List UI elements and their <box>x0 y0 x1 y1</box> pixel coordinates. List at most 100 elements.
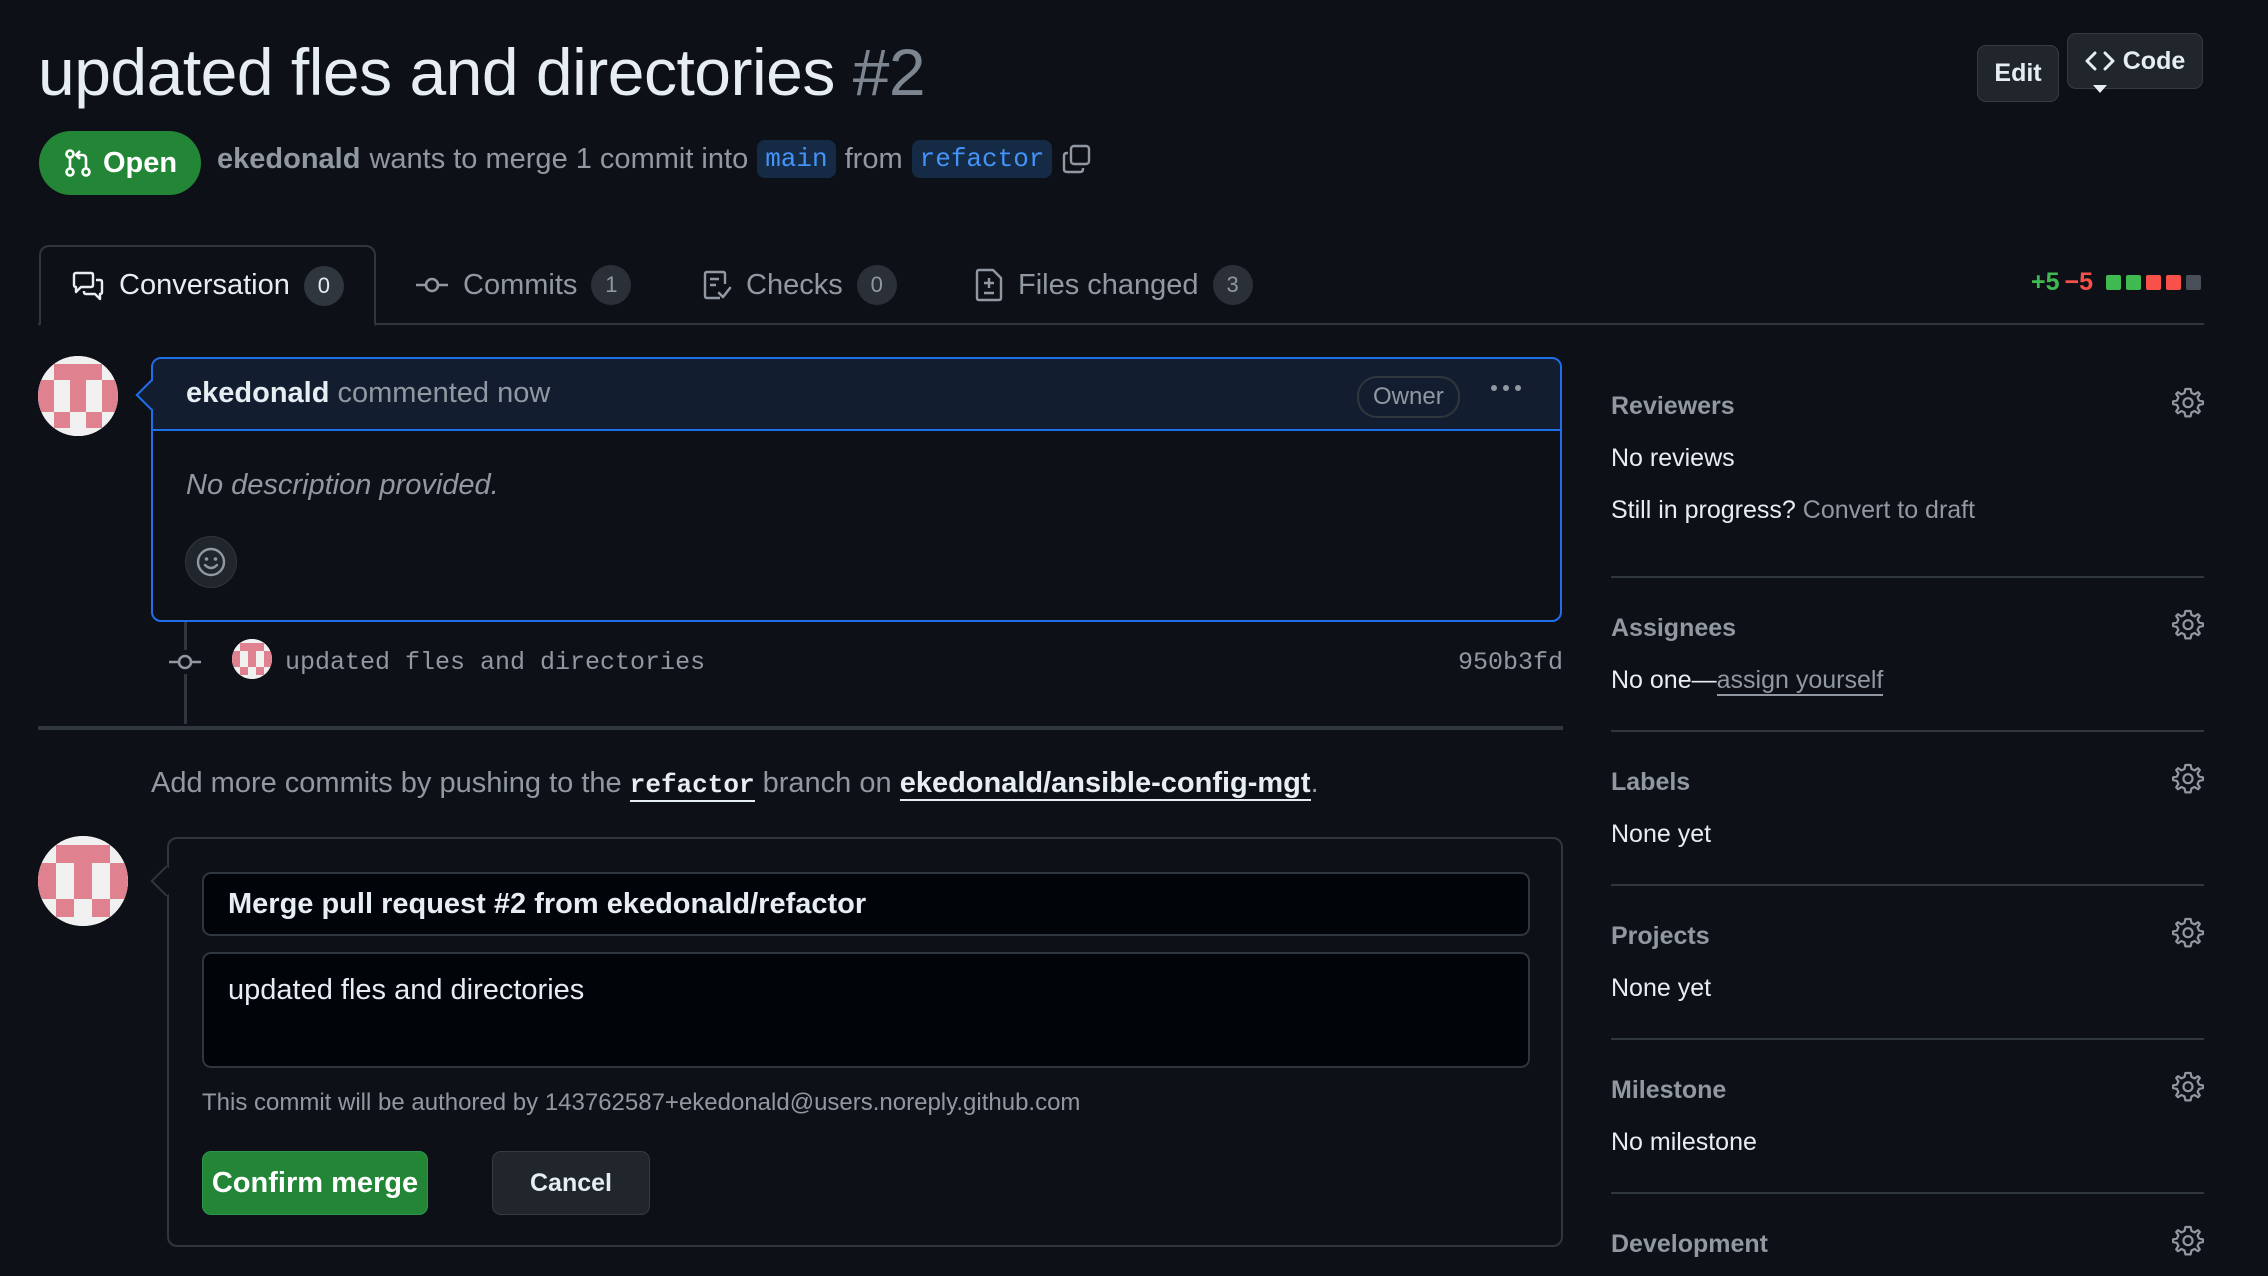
tab-conversation-label: Conversation <box>119 269 290 301</box>
git-commit-icon <box>168 650 202 674</box>
push-hint-period: . <box>1310 767 1319 799</box>
merge-text: wants to merge 1 commit into <box>369 142 749 175</box>
caret-down-icon <box>2093 85 2107 93</box>
sidebar-divider <box>1611 576 2204 578</box>
copy-icon[interactable] <box>1061 143 1093 175</box>
gear-icon[interactable] <box>2172 762 2204 794</box>
kebab-horizontal-icon[interactable] <box>1489 383 1523 393</box>
comment-discussion-icon <box>71 271 105 301</box>
sidebar-divider <box>1611 884 2204 886</box>
tab-commits-count: 1 <box>591 265 632 305</box>
comment-author-link[interactable]: ekedonald <box>186 377 329 409</box>
add-reaction-button[interactable] <box>185 536 237 588</box>
sidebar-development-title[interactable]: Development <box>1611 1230 1768 1259</box>
merge-from-text: from <box>844 142 903 175</box>
diffstat-block <box>2186 275 2202 290</box>
push-hint-branch[interactable]: refactor <box>629 770 755 802</box>
file-diff-icon <box>974 268 1004 302</box>
push-hint: Add more commits by pushing to the refac… <box>151 767 1319 802</box>
comment-body: No description provided. <box>186 469 499 501</box>
diffstat-block <box>2166 275 2182 290</box>
assign-yourself-link[interactable]: assign yourself <box>1716 666 1884 696</box>
git-commit-icon <box>415 275 449 295</box>
sidebar-divider <box>1611 1038 2204 1040</box>
git-pull-request-icon <box>63 148 93 178</box>
merge-commit-body-input[interactable]: updated fles and directories <box>202 952 1530 1068</box>
commit-message-link[interactable]: updated fles and directories <box>285 648 705 677</box>
gear-icon[interactable] <box>2172 916 2204 948</box>
edit-title-button[interactable]: Edit <box>1977 45 2059 102</box>
sidebar-projects-value: None yet <box>1611 974 1712 1002</box>
code-icon <box>2085 50 2115 72</box>
pr-title: updated fles and directories <box>38 35 835 109</box>
sidebar-divider <box>1611 1192 2204 1194</box>
diffstat-deletions: −5 <box>2064 268 2094 296</box>
convert-to-draft-link[interactable]: Convert to draft <box>1803 496 1975 524</box>
smiley-icon <box>195 546 227 578</box>
diffstat-block <box>2146 275 2162 290</box>
repo-link[interactable]: ekedonald/ansible-config-mgt <box>899 767 1311 801</box>
pr-author-link[interactable]: ekedonald <box>217 143 360 176</box>
tab-files-changed[interactable]: Files changed 3 <box>974 245 1253 325</box>
diffstat-block <box>2106 275 2122 290</box>
sidebar-milestone: Milestone No milestone <box>1611 1070 2204 1160</box>
diffstat-additions: +5 <box>2031 268 2060 296</box>
owner-badge: Owner <box>1357 376 1460 418</box>
gear-icon[interactable] <box>2172 1070 2204 1102</box>
cancel-button[interactable]: Cancel <box>492 1151 650 1215</box>
avatar[interactable] <box>38 836 128 926</box>
page-title: updated fles and directories #2 <box>38 34 926 110</box>
sidebar-labels: Labels None yet <box>1611 762 2204 852</box>
head-branch-link[interactable]: refactor <box>911 140 1053 178</box>
sidebar-assignees-title[interactable]: Assignees <box>1611 614 1736 643</box>
diffstat: +5 −5 <box>2031 268 2202 297</box>
sidebar-projects-title[interactable]: Projects <box>1611 922 1710 951</box>
tab-files-changed-count: 3 <box>1212 265 1253 305</box>
comment-meta: ekedonald commented now <box>186 377 550 410</box>
gear-icon[interactable] <box>2172 608 2204 640</box>
push-hint-text: branch on <box>762 767 892 799</box>
gear-icon[interactable] <box>2172 386 2204 418</box>
merge-form: updated fles and directories This commit… <box>167 837 1563 1247</box>
base-branch-link[interactable]: main <box>757 140 836 178</box>
tab-checks-count: 0 <box>856 265 897 305</box>
diffstat-block <box>2126 275 2142 290</box>
sidebar-reviewers: Reviewers No reviews Still in progress? … <box>1611 386 2204 526</box>
sidebar-assignees-value: No one—assign yourself <box>1611 666 1884 696</box>
pr-state-badge: Open <box>39 131 201 195</box>
avatar[interactable] <box>38 356 118 436</box>
assignees-none: No one— <box>1611 666 1717 694</box>
sidebar-assignees: Assignees No one—assign yourself <box>1611 608 2204 698</box>
avatar[interactable] <box>232 639 272 679</box>
commit-sha-link[interactable]: 950b3fd <box>1458 648 1563 677</box>
sidebar-divider <box>1611 730 2204 732</box>
comment-header: ekedonald commented now Owner <box>153 359 1560 431</box>
checklist-icon <box>702 269 732 301</box>
tab-commits-label: Commits <box>463 268 578 301</box>
sidebar-milestone-title[interactable]: Milestone <box>1611 1076 1726 1105</box>
tab-conversation[interactable]: Conversation 0 <box>39 245 376 326</box>
pr-state-label: Open <box>102 146 178 179</box>
tab-files-changed-label: Files changed <box>1018 268 1199 301</box>
gear-icon[interactable] <box>2172 1224 2204 1256</box>
push-hint-text: Add more commits by pushing to the <box>151 767 622 799</box>
comment-timestamp[interactable]: commented now <box>338 377 551 409</box>
sidebar-development: Development <box>1611 1224 2204 1268</box>
sidebar-draft-hint: Still in progress? Convert to draft <box>1611 496 1975 525</box>
code-button-label: Code <box>2122 46 2186 75</box>
tab-checks-label: Checks <box>746 268 843 301</box>
code-button[interactable]: Code <box>2067 33 2203 89</box>
tab-checks[interactable]: Checks 0 <box>702 245 897 325</box>
sidebar-reviewers-title[interactable]: Reviewers <box>1611 392 1735 421</box>
sidebar-labels-title[interactable]: Labels <box>1611 768 1690 797</box>
pr-number: #2 <box>852 35 926 109</box>
tab-commits[interactable]: Commits 1 <box>415 245 632 325</box>
tab-conversation-count: 0 <box>303 265 344 306</box>
merge-commit-title-input[interactable] <box>202 872 1530 936</box>
sidebar-projects: Projects None yet <box>1611 916 2204 1006</box>
timeline-divider <box>38 726 1563 730</box>
comment-card: ekedonald commented now Owner No descrip… <box>151 357 1562 622</box>
draft-question: Still in progress? <box>1611 496 1796 524</box>
confirm-merge-button[interactable]: Confirm merge <box>202 1151 428 1215</box>
commit-author-note: This commit will be authored by 14376258… <box>202 1089 1081 1116</box>
